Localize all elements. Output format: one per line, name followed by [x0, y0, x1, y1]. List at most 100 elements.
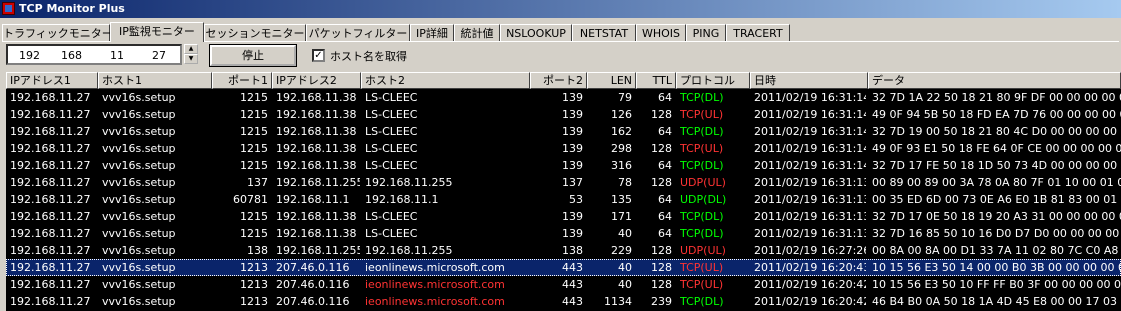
table-row[interactable]: 192.168.11.27 vvv16s.setup 1215 192.168.11.… [6, 123, 1121, 140]
cell-ip1: 192.168.11.27 [10, 261, 91, 274]
cell-host2: LS-CLEEC [365, 108, 418, 121]
tab-ip-detail[interactable]: IP詳細 [410, 24, 454, 41]
cell-len: 78 [618, 176, 632, 189]
cell-proto: TCP(UL) [680, 261, 724, 274]
cell-port1: 60781 [233, 193, 268, 206]
ip-octet-1[interactable]: 192 [10, 49, 40, 62]
cell-ip1: 192.168.11.27 [10, 108, 91, 121]
packet-list[interactable]: IPアドレス1 ホスト1 ポート1 IPアドレス2 ホスト2 ポート2 LEN … [6, 72, 1121, 311]
cell-ttl: 128 [651, 176, 672, 189]
tab-traffic-monitor[interactable]: トラフィックモニター [2, 24, 113, 41]
cell-ip2: 192.168.11.38 [276, 125, 357, 138]
cell-port2: 138 [562, 244, 583, 257]
cell-host2: LS-CLEEC [365, 227, 418, 240]
resolve-hostname-label: ホスト名を取得 [330, 50, 407, 63]
col-len[interactable]: LEN [587, 72, 636, 89]
cell-proto: UDP(UL) [680, 176, 726, 189]
cell-proto: TCP(DL) [680, 295, 724, 308]
tab-netstat[interactable]: NETSTAT [572, 24, 636, 41]
cell-ip1: 192.168.11.27 [10, 244, 91, 257]
table-row[interactable]: 192.168.11.27 vvv16s.setup 1213 207.46.0.11… [6, 259, 1121, 276]
cell-port2: 139 [562, 210, 583, 223]
cell-ttl: 128 [651, 261, 672, 274]
ip-octet-3[interactable]: 11 [94, 49, 124, 62]
table-row[interactable]: 192.168.11.27 vvv16s.setup 1213 207.46.0.11… [6, 276, 1121, 293]
cell-ip1: 192.168.11.27 [10, 193, 91, 206]
cell-host2: ieonlinews.microsoft.com [365, 278, 505, 291]
cell-data: 00 89 00 89 00 3A 78 0A 80 7F 01 10 00 0… [872, 176, 1121, 189]
stop-button[interactable]: 停止 [209, 44, 297, 67]
table-row[interactable]: 192.168.11.27 vvv16s.setup 1215 192.168.11.… [6, 140, 1121, 157]
table-row[interactable]: 192.168.11.27 vvv16s.setup 1215 192.168.11.… [6, 157, 1121, 174]
tab-ping[interactable]: PING [686, 24, 726, 41]
cell-ip1: 192.168.11.27 [10, 210, 91, 223]
tab-statistics[interactable]: 統計値 [454, 24, 500, 41]
cell-len: 171 [611, 210, 632, 223]
col-port2[interactable]: ポート2 [530, 72, 587, 89]
cell-data: 49 0F 93 E1 50 18 FE 64 0F CE 00 00 00 0… [872, 142, 1121, 155]
col-port1[interactable]: ポート1 [212, 72, 272, 89]
cell-ip2: 192.168.11.1 [276, 193, 350, 206]
cell-ttl: 128 [651, 108, 672, 121]
cell-len: 162 [611, 125, 632, 138]
cell-port1: 1215 [240, 125, 268, 138]
cell-ttl: 64 [658, 210, 672, 223]
cell-ttl: 128 [651, 278, 672, 291]
col-host1[interactable]: ホスト1 [98, 72, 212, 89]
tab-packet-filter[interactable]: パケットフィルター [306, 24, 410, 41]
table-row[interactable]: 192.168.11.27 vvv16s.setup 1213 207.46.0.11… [6, 293, 1121, 310]
cell-data: 32 7D 17 0E 50 18 19 20 A3 31 00 00 00 0… [872, 210, 1121, 223]
cell-proto: TCP(DL) [680, 210, 724, 223]
col-data[interactable]: データ [868, 72, 1121, 89]
cell-host2: 192.168.11.255 [365, 244, 453, 257]
cell-host1: vvv16s.setup [102, 125, 176, 138]
resolve-hostname-checkbox[interactable]: ✓ [312, 49, 325, 62]
table-row[interactable]: 192.168.11.27 vvv16s.setup 60781 192.168.11… [6, 191, 1121, 208]
cell-host2: ieonlinews.microsoft.com [365, 295, 505, 308]
spin-down-icon[interactable]: ▼ [184, 54, 198, 64]
cell-proto: TCP(DL) [680, 227, 724, 240]
cell-len: 40 [618, 227, 632, 240]
cell-time: 2011/02/19 16:20:43 [754, 261, 866, 274]
cell-ttl: 64 [658, 125, 672, 138]
cell-ttl: 64 [658, 159, 672, 172]
table-row[interactable]: 192.168.11.27 vvv16s.setup 1215 192.168.11.… [6, 89, 1121, 106]
col-ip1[interactable]: IPアドレス1 [6, 72, 98, 89]
cell-data: 10 15 56 E3 50 14 00 00 B0 3B 00 00 00 0… [872, 261, 1121, 274]
cell-host1: vvv16s.setup [102, 295, 176, 308]
cell-ttl: 64 [658, 91, 672, 104]
tab-tracert[interactable]: TRACERT [726, 24, 790, 41]
col-protocol[interactable]: プロトコル [676, 72, 750, 89]
spin-up-icon[interactable]: ▲ [184, 44, 198, 54]
cell-len: 229 [611, 244, 632, 257]
tab-whois[interactable]: WHOIS [636, 24, 686, 41]
cell-ip2: 192.168.11.38 [276, 142, 357, 155]
cell-host1: vvv16s.setup [102, 244, 176, 257]
col-ip2[interactable]: IPアドレス2 [272, 72, 361, 89]
tab-ip-monitor[interactable]: IP監視モニター [110, 22, 204, 42]
cell-data: 32 7D 1A 22 50 18 21 80 9F DF 00 00 00 0… [872, 91, 1121, 104]
table-row[interactable]: 192.168.11.27 vvv16s.setup 1215 192.168.11.… [6, 106, 1121, 123]
ip-address-input[interactable]: 192 168 11 27 [6, 44, 182, 65]
cell-proto: TCP(UL) [680, 108, 724, 121]
cell-host2: LS-CLEEC [365, 125, 418, 138]
table-row[interactable]: 192.168.11.27 vvv16s.setup 1215 192.168.11.… [6, 208, 1121, 225]
ip-octet-4[interactable]: 27 [136, 49, 166, 62]
table-row[interactable]: 192.168.11.27 vvv16s.setup 138 192.168.11.2… [6, 242, 1121, 259]
col-host2[interactable]: ホスト2 [361, 72, 530, 89]
cell-proto: TCP(DL) [680, 159, 724, 172]
table-row[interactable]: 192.168.11.27 vvv16s.setup 1215 192.168.11.… [6, 225, 1121, 242]
cell-data: 49 0F 94 5B 50 18 FD EA 7D 76 00 00 00 0… [872, 108, 1121, 121]
cell-port2: 139 [562, 91, 583, 104]
cell-len: 316 [611, 159, 632, 172]
ip-octet-2[interactable]: 168 [52, 49, 82, 62]
cell-host2: LS-CLEEC [365, 210, 418, 223]
col-datetime[interactable]: 日時 [750, 72, 868, 89]
cell-port2: 53 [569, 193, 583, 206]
tab-nslookup[interactable]: NSLOOKUP [500, 24, 572, 41]
cell-host1: vvv16s.setup [102, 193, 176, 206]
col-ttl[interactable]: TTL [636, 72, 676, 89]
table-row[interactable]: 192.168.11.27 vvv16s.setup 137 192.168.11.2… [6, 174, 1121, 191]
tab-session-monitor[interactable]: セッションモニター [204, 24, 306, 41]
cell-time: 2011/02/19 16:31:14 [754, 159, 866, 172]
